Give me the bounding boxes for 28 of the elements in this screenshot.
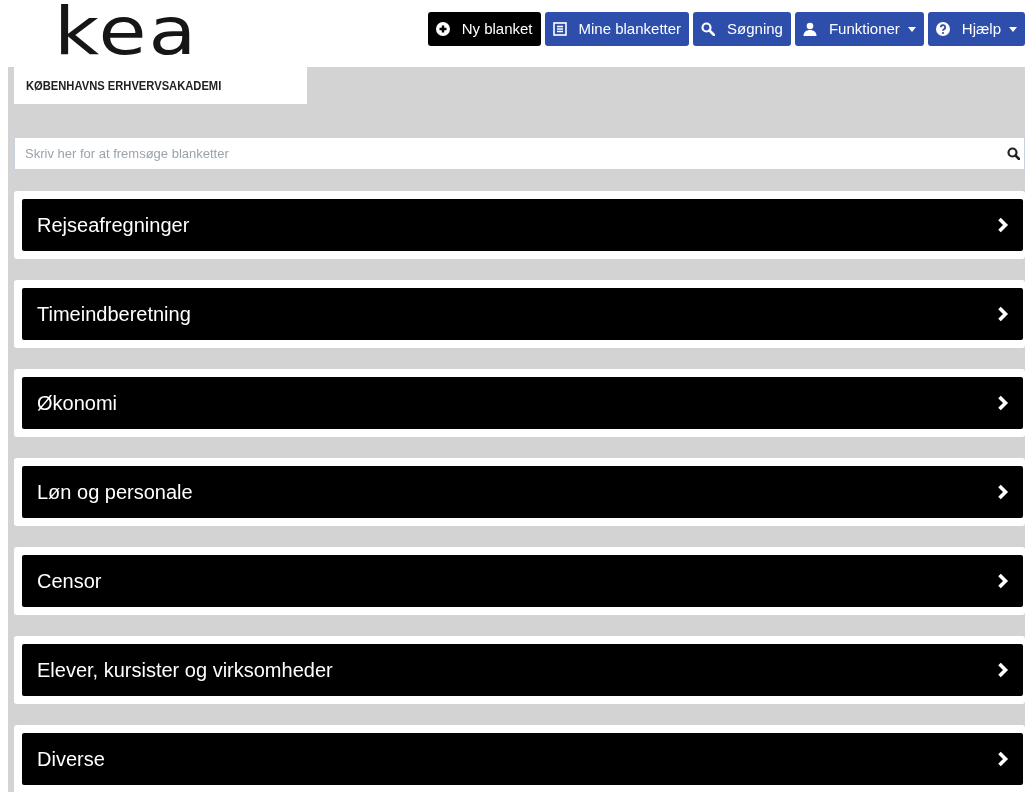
search-icon (1007, 147, 1020, 160)
user-icon (802, 22, 817, 36)
chevron-right-icon (997, 395, 1009, 411)
logo-wordmark: kea (54, 6, 199, 58)
nav-button[interactable]: Funktioner (794, 12, 924, 46)
chevron-right-icon (997, 751, 1009, 767)
category-bar[interactable]: Diverse (22, 733, 1023, 785)
category-bar[interactable]: Løn og personale (22, 466, 1023, 518)
category-bar[interactable]: Elever, kursister og virksomheder (22, 644, 1023, 696)
chevron-right-icon (997, 662, 1009, 678)
chevron-right-icon (997, 217, 1009, 233)
category-bar[interactable]: Økonomi (22, 377, 1023, 429)
search-field[interactable]: Skriv her for at fremsøge blanketter (14, 137, 1025, 170)
chevron-right-icon (997, 573, 1009, 589)
nav-button[interactable]: Søgning (693, 12, 791, 46)
search-icon (701, 22, 716, 36)
list-icon (552, 22, 567, 36)
nav-button[interactable]: Ny blanket (427, 12, 541, 46)
category-bar[interactable]: Rejseafregninger (22, 199, 1023, 251)
logo-subtitle: KØBENHAVNS ERHVERVSAKADEMI (26, 76, 222, 95)
category-bar[interactable]: Timeindberetning (22, 288, 1023, 340)
plus-circle-icon (435, 22, 450, 36)
chevron-right-icon (997, 484, 1009, 500)
nav-button[interactable]: Mine blanketter (544, 12, 690, 46)
category-bar[interactable]: Censor (22, 555, 1023, 607)
chevron-right-icon (997, 306, 1009, 322)
help-icon (935, 22, 950, 36)
nav-button[interactable]: Hjælp (927, 12, 1025, 46)
